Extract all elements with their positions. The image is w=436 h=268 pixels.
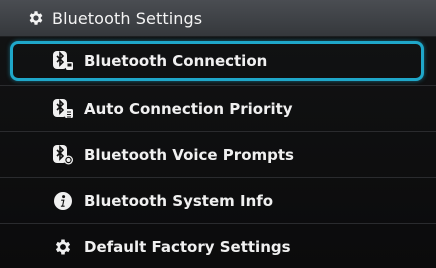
- settings-menu: Bluetooth Connection Auto Connection Pri…: [0, 37, 436, 268]
- bluetooth-settings-screen: Bluetooth Settings Bluetooth Connection: [0, 0, 436, 268]
- info-icon: [52, 190, 74, 212]
- bluetooth-voice-icon: [52, 144, 74, 166]
- bluetooth-priority-icon: [52, 98, 74, 120]
- gear-icon: [52, 236, 74, 258]
- bluetooth-connection-icon: [52, 50, 74, 72]
- menu-item-label: Auto Connection Priority: [84, 99, 293, 118]
- menu-item-label: Bluetooth System Info: [84, 191, 274, 210]
- menu-item-label: Bluetooth Voice Prompts: [84, 145, 294, 164]
- menu-item-auto-connection-priority[interactable]: Auto Connection Priority: [0, 86, 436, 132]
- menu-item-label: Default Factory Settings: [84, 237, 291, 256]
- menu-item-bluetooth-voice-prompts[interactable]: Bluetooth Voice Prompts: [0, 132, 436, 178]
- page-title: Bluetooth Settings: [52, 8, 203, 28]
- menu-item-default-factory-settings[interactable]: Default Factory Settings: [0, 224, 436, 268]
- menu-item-bluetooth-system-info[interactable]: Bluetooth System Info: [0, 178, 436, 224]
- menu-item-bluetooth-connection[interactable]: Bluetooth Connection: [0, 37, 436, 86]
- menu-item-label: Bluetooth Connection: [84, 52, 268, 70]
- title-bar: Bluetooth Settings: [0, 0, 436, 37]
- gear-icon: [26, 8, 46, 28]
